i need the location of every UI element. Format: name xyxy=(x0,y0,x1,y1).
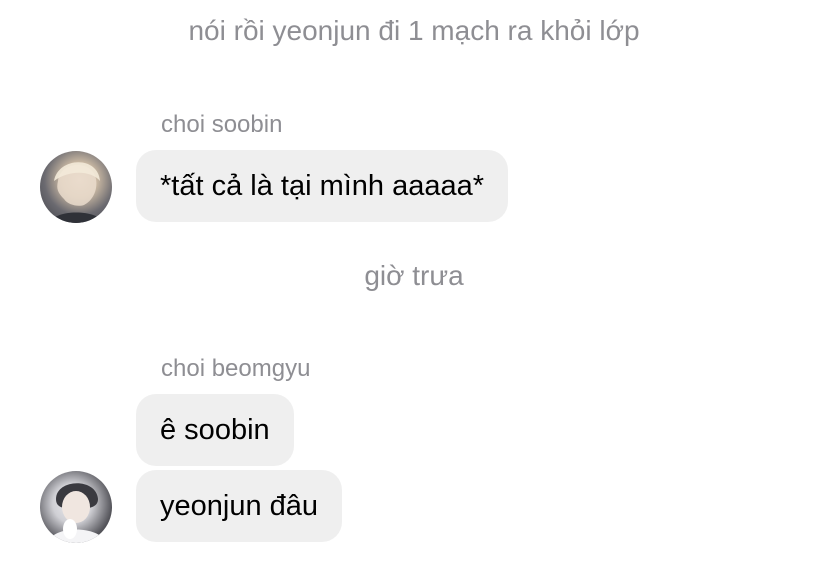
sender-name: choi soobin xyxy=(161,111,283,138)
avatar[interactable] xyxy=(40,471,112,543)
profile-photo-icon xyxy=(50,162,104,223)
avatar[interactable] xyxy=(40,151,112,223)
message-bubble[interactable]: yeonjun đâu xyxy=(136,470,343,542)
profile-photo-icon xyxy=(48,483,106,543)
sender-name: choi beomgyu xyxy=(161,355,311,382)
system-note: giờ trưa xyxy=(364,260,464,291)
message-bubble[interactable]: ê soobin xyxy=(136,394,294,466)
system-note: nói rồi yeonjun đi 1 mạch ra khỏi lớp xyxy=(188,15,640,46)
message-bubble[interactable]: *tất cả là tại mình aaaaa* xyxy=(136,150,509,222)
